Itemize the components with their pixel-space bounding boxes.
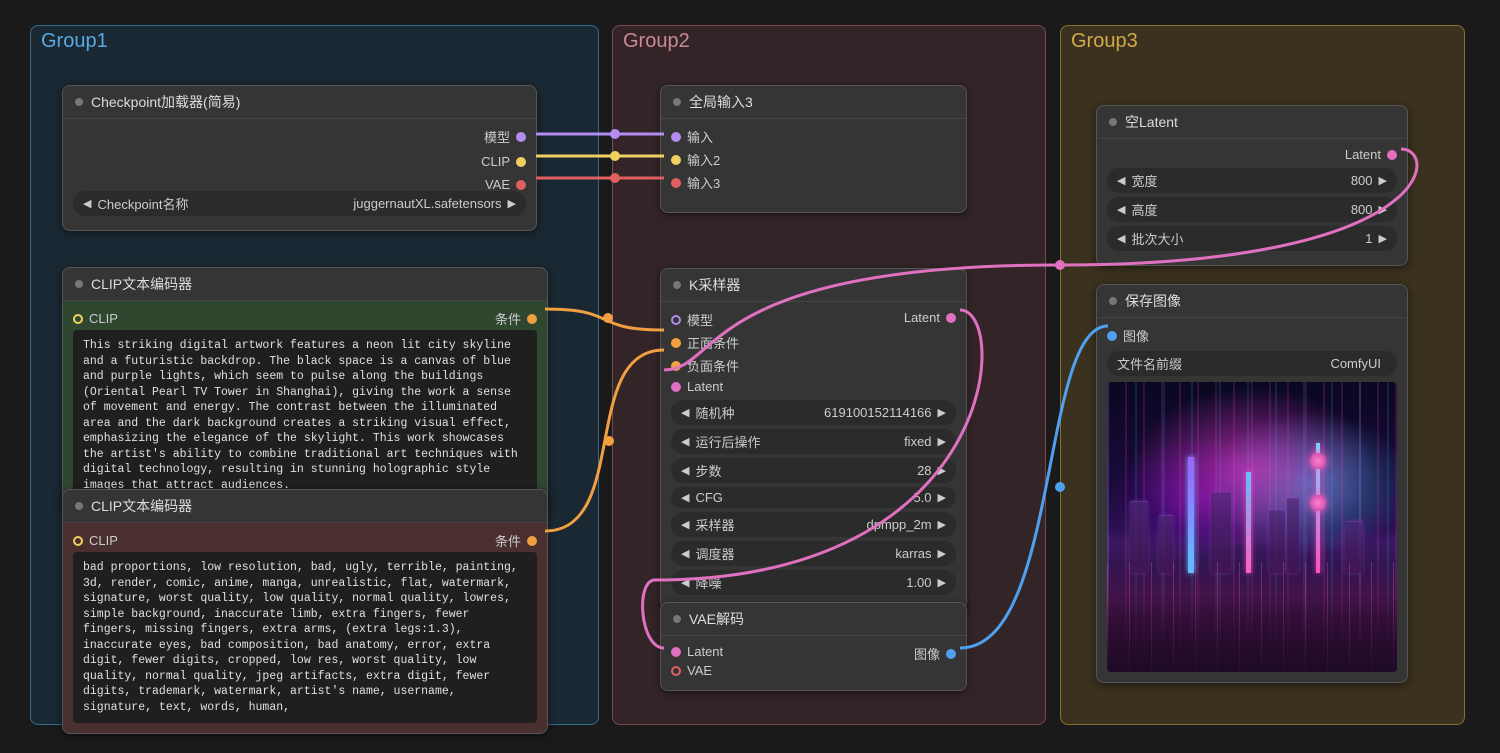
widget-height[interactable]: ◀高度800▶ (1107, 197, 1397, 222)
collapse-toggle-icon[interactable] (75, 98, 83, 106)
node-header[interactable]: CLIP文本编码器 (63, 490, 547, 523)
node-title: K采样器 (689, 275, 740, 295)
node-title: 空Latent (1125, 112, 1178, 132)
node-save-image[interactable]: 保存图像 图像 文件名前缀 ComfyUI (1096, 284, 1408, 683)
node-ksampler[interactable]: K采样器 模型 正面条件 负面条件 Latent Latent ◀随机种6191… (660, 268, 967, 610)
collapse-toggle-icon[interactable] (1109, 297, 1117, 305)
node-title: CLIP文本编码器 (91, 496, 192, 516)
arrow-right-icon[interactable]: ▶ (1379, 232, 1387, 245)
widget-steps[interactable]: ◀步数28▶ (671, 458, 956, 483)
node-header[interactable]: CLIP文本编码器 (63, 268, 547, 301)
arrow-right-icon[interactable]: ▶ (938, 576, 946, 589)
arrow-right-icon[interactable]: ▶ (938, 518, 946, 531)
arrow-left-icon[interactable]: ◀ (681, 464, 689, 477)
widget-scheduler[interactable]: ◀调度器karras▶ (671, 541, 956, 566)
node-header[interactable]: 全局输入3 (661, 86, 966, 119)
widget-batch[interactable]: ◀批次大小1▶ (1107, 226, 1397, 251)
input-port-clip[interactable]: CLIP (73, 529, 118, 552)
output-port-conditioning[interactable]: 条件 (495, 529, 537, 552)
node-header[interactable]: 保存图像 (1097, 285, 1407, 318)
output-port-vae[interactable]: VAE (481, 175, 526, 194)
arrow-left-icon[interactable]: ◀ (681, 406, 689, 419)
node-header[interactable]: K采样器 (661, 269, 966, 302)
node-clip-text-encode-negative[interactable]: CLIP文本编码器 CLIP 条件 bad proportions, low r… (62, 489, 548, 734)
arrow-right-icon[interactable]: ▶ (938, 406, 946, 419)
widget-cfg[interactable]: ◀CFG5.0▶ (671, 487, 956, 508)
arrow-right-icon[interactable]: ▶ (938, 491, 946, 504)
group-1-title[interactable]: Group1 (41, 30, 108, 53)
arrow-right-icon[interactable]: ▶ (938, 547, 946, 560)
node-graph-canvas[interactable]: Group1 Group2 Group3 Checkpoint加载器(简易 (0, 0, 1500, 753)
node-title: VAE解码 (689, 609, 744, 629)
input-port-positive[interactable]: 正面条件 (671, 331, 739, 354)
widget-control-after[interactable]: ◀运行后操作fixed▶ (671, 429, 956, 454)
arrow-left-icon[interactable]: ◀ (83, 197, 91, 210)
input-port-image[interactable]: 图像 (1107, 324, 1397, 347)
node-empty-latent[interactable]: 空Latent Latent ◀宽度800▶ ◀高度800▶ ◀批次大小1▶ (1096, 105, 1408, 266)
widget-denoise[interactable]: ◀降噪1.00▶ (671, 570, 956, 595)
input-port-negative[interactable]: 负面条件 (671, 354, 739, 377)
widget-width[interactable]: ◀宽度800▶ (1107, 168, 1397, 193)
arrow-left-icon[interactable]: ◀ (681, 518, 689, 531)
output-port-latent[interactable]: Latent (904, 308, 956, 327)
input-port-vae[interactable]: VAE (671, 661, 723, 680)
arrow-right-icon[interactable]: ▶ (938, 435, 946, 448)
node-clip-text-encode-positive[interactable]: CLIP文本编码器 CLIP 条件 This striking digital … (62, 267, 548, 512)
output-port-image[interactable]: 图像 (914, 642, 956, 665)
input-port-latent[interactable]: Latent (671, 377, 739, 396)
widget-sampler[interactable]: ◀采样器dpmpp_2m▶ (671, 512, 956, 537)
node-checkpoint-loader[interactable]: Checkpoint加载器(简易) 模型 CLIP VAE ◀ Checkpoi… (62, 85, 537, 231)
arrow-left-icon[interactable]: ◀ (681, 435, 689, 448)
output-port-model[interactable]: 模型 (481, 125, 526, 148)
widget-seed[interactable]: ◀随机种619100152114166▶ (671, 400, 956, 425)
output-port-conditioning[interactable]: 条件 (495, 307, 537, 330)
input-port-1[interactable]: 输入 (671, 125, 956, 148)
node-title: Checkpoint加载器(简易) (91, 92, 240, 112)
collapse-toggle-icon[interactable] (1109, 118, 1117, 126)
arrow-right-icon[interactable]: ▶ (508, 197, 516, 210)
node-header[interactable]: 空Latent (1097, 106, 1407, 139)
arrow-left-icon[interactable]: ◀ (681, 491, 689, 504)
group-2-title[interactable]: Group2 (623, 30, 690, 53)
collapse-toggle-icon[interactable] (75, 280, 83, 288)
output-image-preview[interactable] (1107, 382, 1397, 672)
output-port-clip[interactable]: CLIP (481, 152, 526, 171)
input-port-latent[interactable]: Latent (671, 642, 723, 661)
node-header[interactable]: Checkpoint加载器(简易) (63, 86, 536, 119)
collapse-toggle-icon[interactable] (673, 615, 681, 623)
collapse-toggle-icon[interactable] (673, 98, 681, 106)
group-3-title[interactable]: Group3 (1071, 30, 1138, 53)
arrow-right-icon[interactable]: ▶ (938, 464, 946, 477)
arrow-left-icon[interactable]: ◀ (681, 547, 689, 560)
arrow-right-icon[interactable]: ▶ (1379, 203, 1387, 216)
node-global-inputs[interactable]: 全局输入3 输入 输入2 输入3 (660, 85, 967, 213)
node-header[interactable]: VAE解码 (661, 603, 966, 636)
prompt-textarea[interactable]: This striking digital artwork features a… (73, 330, 537, 501)
widget-filename-prefix[interactable]: 文件名前缀 ComfyUI (1107, 351, 1397, 376)
collapse-toggle-icon[interactable] (75, 502, 83, 510)
input-port-clip[interactable]: CLIP (73, 307, 118, 330)
arrow-left-icon[interactable]: ◀ (1117, 174, 1125, 187)
prompt-textarea[interactable]: bad proportions, low resolution, bad, ug… (73, 552, 537, 723)
input-port-2[interactable]: 输入2 (671, 148, 956, 171)
input-port-model[interactable]: 模型 (671, 308, 739, 331)
widget-checkpoint-name[interactable]: ◀ Checkpoint名称 juggernautXL.safetensors … (73, 191, 526, 216)
node-title: 全局输入3 (689, 92, 753, 112)
arrow-left-icon[interactable]: ◀ (1117, 203, 1125, 216)
input-port-3[interactable]: 输入3 (671, 171, 956, 194)
arrow-left-icon[interactable]: ◀ (681, 576, 689, 589)
node-title: CLIP文本编码器 (91, 274, 192, 294)
output-port-latent[interactable]: Latent (1107, 145, 1397, 164)
arrow-left-icon[interactable]: ◀ (1117, 232, 1125, 245)
arrow-right-icon[interactable]: ▶ (1379, 174, 1387, 187)
collapse-toggle-icon[interactable] (673, 281, 681, 289)
node-title: 保存图像 (1125, 291, 1181, 311)
node-vae-decode[interactable]: VAE解码 Latent VAE 图像 (660, 602, 967, 691)
